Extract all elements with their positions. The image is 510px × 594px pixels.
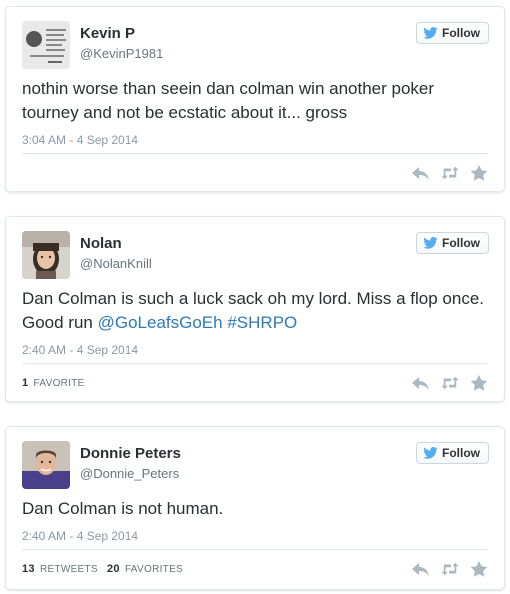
favorites-count: 1 [22,377,29,389]
follow-label: Follow [442,26,480,40]
user-handle[interactable]: @KevinP1981 [80,46,163,61]
avatar[interactable] [22,441,70,489]
tweet-actions [412,165,488,181]
user-handle[interactable]: @NolanKnill [80,256,152,271]
avatar[interactable] [22,21,70,69]
reply-icon[interactable] [412,165,430,181]
tweet-card: Kevin P @KevinP1981 Follow nothin worse … [5,6,505,192]
follow-button[interactable]: Follow [416,442,489,464]
favorites-label: FAVORITES [124,564,184,575]
avatar[interactable] [22,231,70,279]
tweet-timestamp[interactable]: 2:40 AM - 4 Sep 2014 [22,343,138,357]
retweet-icon[interactable] [441,375,459,391]
twitter-bird-icon [423,447,438,459]
follow-button[interactable]: Follow [416,22,489,44]
tweet-timestamp[interactable]: 2:40 AM - 4 Sep 2014 [22,529,138,543]
favorites-stat[interactable]: 1 FAVORITE [22,377,85,389]
tweet-text: Dan Colman is such a luck sack oh my lor… [22,287,488,335]
tweet-stats: 1 FAVORITE [22,377,91,389]
reply-icon[interactable] [412,561,430,577]
tweet-actions [412,561,488,577]
follow-button[interactable]: Follow [416,232,489,254]
divider [22,549,488,550]
favorite-icon[interactable] [470,561,488,577]
divider [22,363,488,364]
follow-label: Follow [442,446,480,460]
retweets-count: 13 [22,563,35,575]
favorite-icon[interactable] [470,375,488,391]
favorites-stat[interactable]: 20 FAVORITES [107,563,184,575]
twitter-bird-icon [423,27,438,39]
follow-label: Follow [442,236,480,250]
tweet-timestamp[interactable]: 3:04 AM - 4 Sep 2014 [22,133,138,147]
tweet-stats: 13 RETWEETS 20 FAVORITES [22,563,189,575]
retweets-stat[interactable]: 13 RETWEETS [22,563,98,575]
retweet-icon[interactable] [441,561,459,577]
twitter-bird-icon [423,237,438,249]
tweet-text: Dan Colman is not human. [22,499,224,518]
user-name[interactable]: Donnie Peters [80,445,181,462]
tweet-text: nothin worse than seein dan colman win a… [22,79,435,122]
tweet-card: Nolan @NolanKnill Follow Dan Colman is s… [5,216,505,402]
retweets-label: RETWEETS [39,564,98,575]
user-handle[interactable]: @Donnie_Peters [80,466,179,481]
favorite-icon[interactable] [470,165,488,181]
tweet-card: Donnie Peters @Donnie_Peters Follow Dan … [5,426,505,590]
user-name[interactable]: Nolan [80,235,122,252]
reply-icon[interactable] [412,375,430,391]
user-name[interactable]: Kevin P [80,25,135,42]
tweet-actions [412,375,488,391]
divider [22,153,488,154]
favorites-label: FAVORITE [33,378,85,389]
favorites-count: 20 [107,563,120,575]
hashtag-link[interactable]: #SHRPO [227,313,297,332]
mention-link[interactable]: @GoLeafsGoEh [98,313,223,332]
retweet-icon[interactable] [441,165,459,181]
